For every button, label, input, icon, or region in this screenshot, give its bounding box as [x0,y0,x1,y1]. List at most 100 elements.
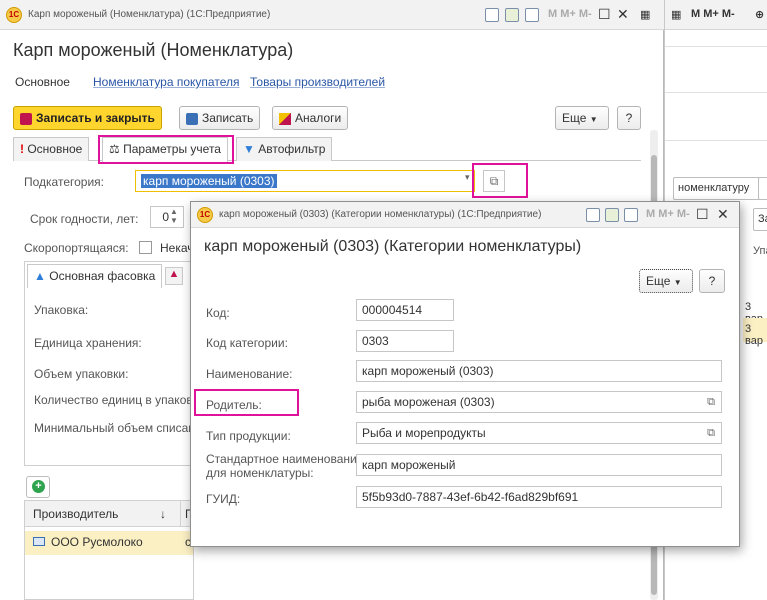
popup-help-button[interactable]: ? [699,269,725,293]
scales-icon: ⚖ [109,142,120,156]
more-button[interactable]: Еще ▼ [555,106,609,130]
save-icon [20,112,32,125]
tab-accounting-params[interactable]: ⚖ Параметры учета [102,137,228,162]
subcategory-label: Подкатегория: [24,175,104,189]
calendar-icon[interactable]: ▦ [671,8,681,21]
save-button[interactable]: Записать [179,106,261,130]
close-icon[interactable]: ✕ [717,206,729,223]
warning-icon: ! [20,142,24,156]
page-title: Карп мороженый (Номенклатура) [13,40,294,60]
table-row[interactable]: ООО Русмолоко с [25,531,193,555]
product-type-field[interactable]: Рыба и морепродукты ⧉ [356,422,722,444]
category-code-label: Код категории: [206,336,288,350]
plus-icon: + [32,480,45,493]
name-field[interactable]: карп мороженый (0303) [356,360,722,382]
min-writeoff-label: Минимальный объем списани [34,421,202,435]
sort-arrow-icon[interactable]: ↓ [160,507,166,521]
pack-label: Упаковка: [34,303,89,317]
perishable-label: Скоропортящаяся: [24,241,129,255]
popup-titlebar: 1C карп мороженый (0303) (Категории номе… [191,202,739,228]
chevron-down-icon: ▼ [673,278,682,287]
calendar-icon-2[interactable]: ▦ [640,8,650,21]
main-titlebar: 1C Карп мороженый (Номенклатура) (1С:Пре… [0,0,664,30]
link-icon[interactable] [485,8,499,22]
calendar-icon[interactable] [525,8,539,22]
pack-volume-label: Объем упаковки: [34,367,129,381]
dropdown-icon[interactable]: ▾ [465,172,470,183]
close-icon[interactable]: ✕ [617,6,629,23]
name-label: Наименование: [206,367,293,381]
1c-logo-icon: 1C [6,7,22,23]
popup-window-title: карп мороженый (0303) (Категории номенкл… [219,209,542,220]
bg-row-2: 3 вар [745,323,763,347]
product-type-value: Рыба и морепродукты [362,426,486,440]
memory-buttons[interactable]: M M+ M- [548,8,592,20]
tab-autofilter[interactable]: ▼ Автофильтр [236,137,333,161]
calculator-icon[interactable] [605,208,619,222]
catalog-item-icon [33,537,45,546]
select-nomenclature-button[interactable]: номенклатуру [673,177,763,200]
maximize-icon[interactable]: ☐ [696,206,709,223]
zoom-icon[interactable]: ⊕ [755,8,764,21]
calculator-icon[interactable] [505,8,519,22]
tab-autofilter-label: Автофильтр [258,142,326,156]
more-label: Еще [562,111,587,125]
filter-icon: ▼ [243,142,255,156]
nav-producer-goods[interactable]: Товары производителей [250,75,385,89]
parent-field[interactable]: рыба мороженая (0303) ⧉ [356,391,722,413]
save-icon [186,112,198,125]
open-icon[interactable]: ⧉ [704,426,718,440]
subcategory-value: карп мороженый (0303) [141,174,277,188]
partial-button[interactable] [758,177,767,200]
analogs-icon [279,112,291,125]
open-icon[interactable]: ⧉ [704,395,718,409]
nav-main[interactable]: Основное [15,75,70,89]
std-name-label-line2: для номенклатуры: [206,466,314,480]
parent-value: рыба мороженая (0303) [362,395,495,409]
memory-buttons[interactable]: M M+ M- [646,208,690,220]
help-button[interactable]: ? [617,106,641,130]
code-field[interactable]: 000004514 [356,299,454,321]
calendar-icon[interactable] [624,208,638,222]
popup-more-button[interactable]: Еще ▼ [639,269,693,293]
category-code-field[interactable]: 0303 [356,330,454,352]
code-label: Код: [206,306,230,320]
perishable-extra-label: Некач [160,241,194,255]
storage-unit-label: Единица хранения: [34,336,142,350]
add-button[interactable]: + [26,476,50,498]
stepper-icon[interactable]: ▲ ▼ [170,207,178,225]
save-and-close-button[interactable]: Записать и закрыть [13,106,162,130]
subcategory-field[interactable]: карп мороженый (0303) [135,170,475,192]
tab-accounting-params-label: Параметры учета [123,142,221,156]
1c-logo-icon: 1C [197,207,213,223]
analogs-button[interactable]: Аналоги [272,106,349,130]
product-type-label: Тип продукции: [206,429,291,443]
shelf-life-field[interactable]: 0 [150,206,184,228]
category-popup-window: 1C карп мороженый (0303) (Категории номе… [190,201,740,547]
std-name-label-line1: Стандартное наименование [206,452,364,466]
tab-other-pack-icon[interactable]: ▲ [165,267,183,285]
perishable-checkbox[interactable] [139,241,152,254]
tab-main-pack[interactable]: ▲ Основная фасовка [27,264,163,288]
link-icon[interactable] [586,208,600,222]
guid-field[interactable]: 5f5b93d0-7887-43ef-6b42-f6ad829bf691 [356,486,722,508]
memory-buttons[interactable]: M M+ M- [691,8,735,20]
std-name-label: Стандартное наименование для номенклатур… [206,452,363,480]
grid-header: Производитель ↓ П [25,501,194,527]
chevron-down-icon: ▼ [589,115,598,124]
guid-label: ГУИД: [206,492,241,506]
tab-main-label: Основное [27,142,83,156]
column-producer[interactable]: Производитель [33,507,118,521]
maximize-icon[interactable]: ☐ [598,6,611,23]
window-title: Карп мороженый (Номенклатура) (1С:Предпр… [28,9,271,20]
popup-heading: карп мороженый (0303) (Категории номенкл… [204,238,582,255]
packing-panel [24,261,192,466]
row-producer: ООО Русмолоко [51,535,143,549]
open-icon[interactable]: ⧉ [483,170,505,192]
pack-icon: ▲ [34,269,46,283]
nav-buyer-nomenclature[interactable]: Номенклатура покупателя [93,75,239,89]
tab-main[interactable]: ! Основное [13,137,90,161]
shelf-life-label: Срок годности, лет: [30,212,139,226]
partial-field[interactable]: За [753,208,767,231]
std-name-field[interactable]: карп мороженый [356,454,722,476]
